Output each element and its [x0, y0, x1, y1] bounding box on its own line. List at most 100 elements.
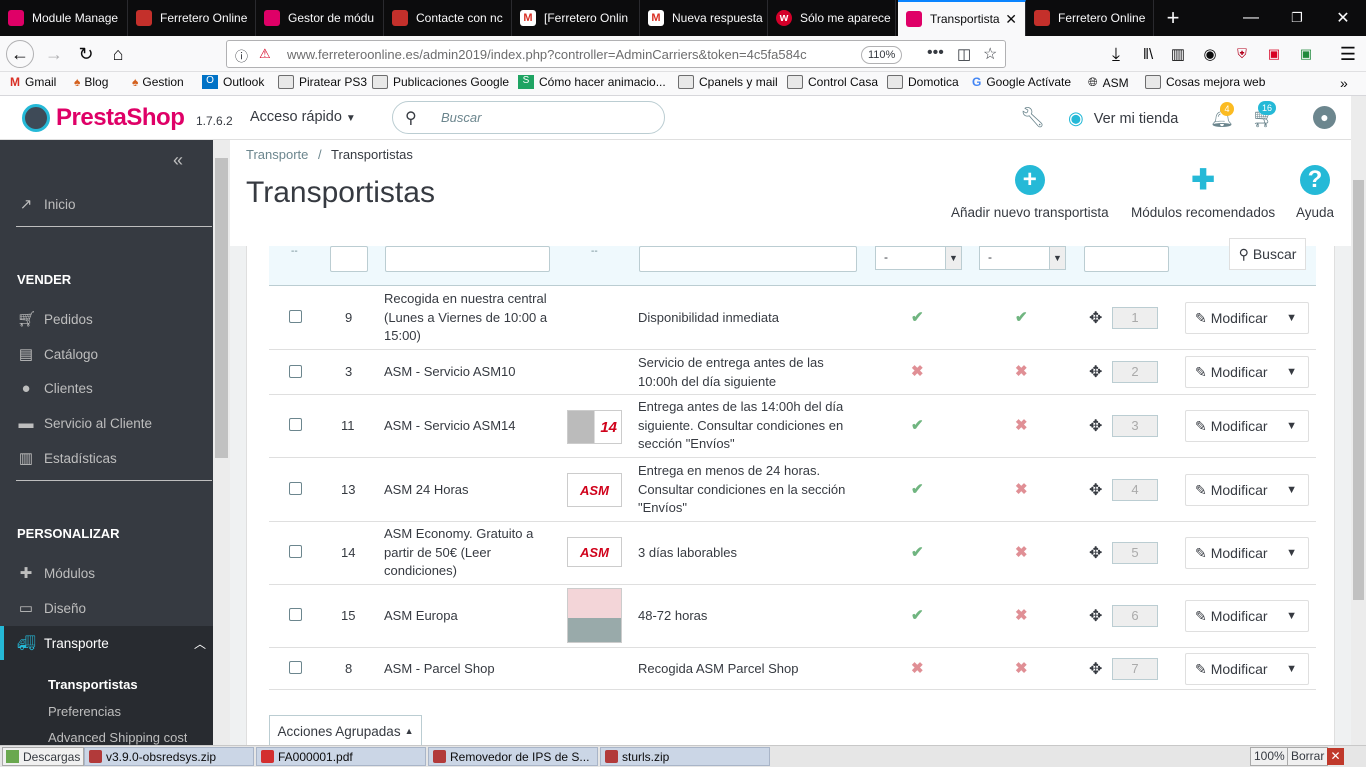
bookmark-folder[interactable]: Piratear PS3 — [278, 75, 367, 89]
sidebar-item-modulos[interactable]: ✚ Módulos — [0, 556, 213, 590]
filter-name-input[interactable] — [385, 246, 550, 272]
check-icon[interactable]: ✔ — [911, 417, 924, 436]
check-icon[interactable]: ✔ — [1015, 309, 1028, 328]
sidebar-subitem-transportistas[interactable]: Transportistas — [48, 677, 138, 692]
sidebar-toggle-icon[interactable]: ▥ — [1164, 40, 1192, 68]
account-icon[interactable]: ◉ — [1196, 40, 1224, 68]
sort-icon[interactable]: -- — [591, 246, 598, 257]
restore-icon[interactable]: ❐ — [1274, 0, 1320, 36]
browser-tab[interactable]: M [Ferretero Onlin — [512, 0, 640, 36]
sidebar-item-inicio[interactable]: ↗ Inicio — [0, 187, 213, 221]
check-icon[interactable]: ✔ — [911, 607, 924, 626]
cross-icon[interactable]: ✖ — [1015, 660, 1028, 679]
check-icon[interactable]: ✔ — [911, 309, 924, 328]
search-input[interactable]: Buscar — [441, 110, 481, 125]
filter-status-select[interactable]: - ▼ — [875, 246, 962, 270]
drag-handle-icon[interactable]: ✥ — [1089, 543, 1102, 563]
bookmark-item[interactable]: ♠ Blog — [74, 75, 108, 89]
browser-tab[interactable]: Gestor de módu — [256, 0, 384, 36]
download-item[interactable]: Removedor de IPS de S... — [428, 747, 598, 766]
close-window-icon[interactable]: ✕ — [1320, 0, 1366, 36]
modify-button[interactable]: ✎ Modificar ▼ — [1185, 653, 1309, 685]
sidebar-item-servicio[interactable]: ▬ Servicio al Cliente — [0, 406, 213, 440]
caret-down-icon[interactable]: ▼ — [1286, 366, 1297, 378]
bookmark-folder[interactable]: Domotica — [887, 75, 959, 89]
bookmark-folder[interactable]: Publicaciones Google — [372, 75, 509, 89]
drag-handle-icon[interactable]: ✥ — [1089, 416, 1102, 436]
page-actions-icon[interactable]: ••• — [927, 44, 944, 62]
cross-icon[interactable]: ✖ — [1015, 417, 1028, 436]
zoom-status[interactable]: 100% — [1250, 747, 1289, 766]
help-button[interactable]: ? Ayuda — [1296, 165, 1334, 220]
bookmark-folder[interactable]: Cpanels y mail — [678, 75, 778, 89]
row-checkbox[interactable] — [289, 545, 302, 558]
row-checkbox[interactable] — [289, 418, 302, 431]
bookmark-item[interactable]: S Cómo hacer animacio... — [518, 75, 666, 89]
cross-icon[interactable]: ✖ — [1015, 481, 1028, 500]
extension-icon[interactable]: ▣ — [1260, 40, 1288, 68]
caret-down-icon[interactable]: ▼ — [1286, 547, 1297, 559]
more-bookmarks-icon[interactable]: » — [1340, 75, 1348, 91]
drag-handle-icon[interactable]: ✥ — [1089, 480, 1102, 500]
breadcrumb-parent[interactable]: Transporte — [246, 147, 308, 162]
check-icon[interactable]: ✔ — [911, 544, 924, 563]
clear-downloads-button[interactable]: Borrar — [1287, 747, 1329, 766]
download-item[interactable]: sturls.zip — [600, 747, 770, 766]
bulk-actions-button[interactable]: Acciones Agrupadas ▲ — [269, 715, 422, 746]
user-avatar-icon[interactable]: ● — [1313, 106, 1336, 129]
drag-handle-icon[interactable]: ✥ — [1089, 308, 1102, 328]
url-text[interactable]: www.ferreteroonline.es/admin2019/index.p… — [287, 47, 807, 62]
sidebar-scrollbar[interactable] — [213, 140, 230, 745]
caret-down-icon[interactable]: ▼ — [1286, 610, 1297, 622]
cross-icon[interactable]: ✖ — [1015, 544, 1028, 563]
zoom-indicator[interactable]: 110% — [861, 46, 903, 64]
add-carrier-button[interactable]: + Añadir nuevo transportista — [951, 165, 1109, 220]
filter-position-input[interactable] — [1084, 246, 1169, 272]
admin-search[interactable]: ⚲ Buscar — [392, 101, 665, 134]
pocket-icon[interactable]: ◫ — [957, 45, 971, 63]
cross-icon[interactable]: ✖ — [1015, 363, 1028, 382]
page-scrollbar-track[interactable] — [1351, 96, 1366, 745]
bookmark-item[interactable]: O Outlook — [202, 75, 264, 89]
drag-handle-icon[interactable]: ✥ — [1089, 362, 1102, 382]
new-tab-button[interactable]: + — [1150, 0, 1196, 36]
recommended-modules-button[interactable]: ✚ Módulos recomendados — [1131, 165, 1275, 221]
downloads-icon[interactable]: ⤓ — [1102, 40, 1130, 68]
browser-tab[interactable]: Ferretero Online — [128, 0, 256, 36]
browser-tab-active[interactable]: Transportista ✕ — [898, 0, 1026, 36]
back-icon[interactable]: ← — [6, 40, 34, 68]
close-downloads-icon[interactable]: ✕ — [1327, 748, 1344, 765]
browser-tab[interactable]: Contacte con nc — [384, 0, 512, 36]
row-checkbox[interactable] — [289, 310, 302, 323]
cross-icon[interactable]: ✖ — [911, 660, 924, 679]
check-icon[interactable]: ✔ — [911, 481, 924, 500]
sort-icon[interactable]: -- — [291, 246, 298, 257]
bookmark-item[interactable]: M Gmail — [10, 75, 56, 89]
downloads-button[interactable]: Descargas — [2, 747, 85, 766]
prestashop-logo-icon[interactable] — [22, 104, 50, 132]
sidebar-item-diseno[interactable]: ▭ Diseño — [0, 591, 213, 625]
sidebar-item-pedidos[interactable]: 🛒︎ Pedidos — [0, 302, 213, 336]
sidebar-item-catalogo[interactable]: ▤ Catálogo — [0, 337, 213, 371]
modify-button[interactable]: ✎ Modificar ▼ — [1185, 537, 1309, 569]
download-item[interactable]: v3.9.0-obsredsys.zip — [84, 747, 254, 766]
modify-button[interactable]: ✎ Modificar ▼ — [1185, 600, 1309, 632]
filter-id-input[interactable] — [330, 246, 368, 272]
view-shop-link[interactable]: ◉ Ver mi tienda — [1068, 108, 1178, 129]
modify-button[interactable]: ✎ Modificar ▼ — [1185, 356, 1309, 388]
row-checkbox[interactable] — [289, 365, 302, 378]
modify-button[interactable]: ✎ Modificar ▼ — [1185, 302, 1309, 334]
sidebar-subitem-preferencias[interactable]: Preferencias — [48, 704, 121, 719]
home-icon[interactable]: ⌂ — [104, 40, 132, 68]
extension-icon-2[interactable]: ▣ — [1292, 40, 1320, 68]
bookmark-folder[interactable]: Control Casa — [787, 75, 878, 89]
bookmark-item[interactable]: G Google Actívate — [972, 75, 1071, 89]
page-scrollbar-thumb[interactable] — [1353, 180, 1364, 600]
browser-tab[interactable]: M Nueva respuesta — [640, 0, 768, 36]
browser-tab[interactable]: w Sólo me aparece — [768, 0, 896, 36]
bookmark-item[interactable]: ♠ Gestion — [132, 75, 184, 89]
browser-tab[interactable]: Module Manage — [0, 0, 128, 36]
drag-handle-icon[interactable]: ✥ — [1089, 659, 1102, 679]
filter-delay-input[interactable] — [639, 246, 857, 272]
search-icon[interactable]: ⚲ — [405, 108, 417, 128]
